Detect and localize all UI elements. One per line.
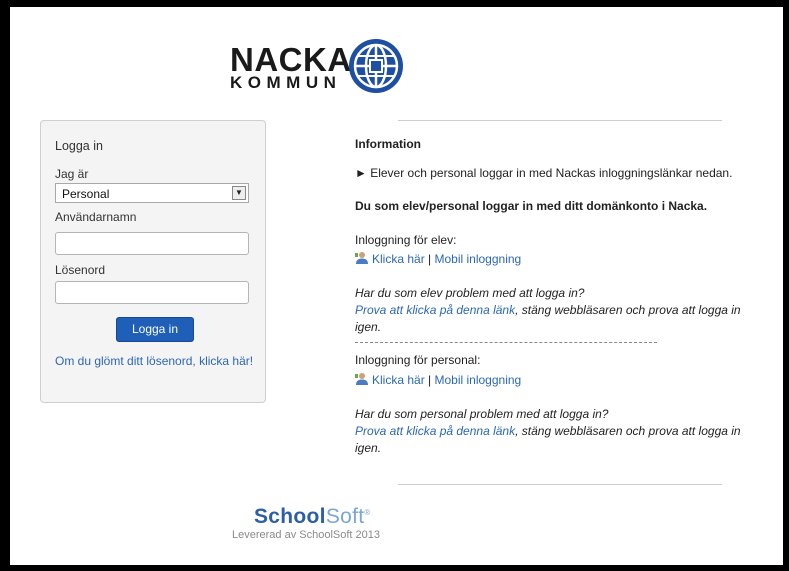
- student-heading: Inloggning för elev:: [355, 233, 457, 247]
- forgot-password-link[interactable]: Om du glömt ditt lösenord, klicka här!: [55, 354, 255, 368]
- username-input[interactable]: [55, 232, 249, 255]
- staff-click-here-link[interactable]: Klicka här: [372, 373, 425, 387]
- login-title: Logga in: [55, 139, 103, 153]
- globe-icon: [349, 39, 403, 93]
- staff-separator: |: [424, 373, 435, 387]
- schoolsoft-logo: SchoolSoft®: [254, 505, 371, 529]
- schoolsoft-logo-bold: School: [254, 505, 326, 528]
- staff-links: Klicka här | Mobil inloggning: [355, 372, 521, 387]
- schoolsoft-logo-light: Soft: [325, 505, 365, 528]
- logo-text-nacka: NACKA: [230, 41, 352, 78]
- role-select-value: Personal: [62, 187, 110, 201]
- student-links: Klicka här | Mobil inloggning: [355, 251, 521, 266]
- student-click-here-link[interactable]: Klicka här: [372, 252, 425, 266]
- registered-mark: ®: [364, 508, 371, 517]
- student-mobile-login-link[interactable]: Mobil inloggning: [434, 252, 521, 266]
- user-icon: [355, 252, 368, 264]
- logo-text-kommun: KOMMUN: [230, 73, 342, 92]
- page-frame: NACKA KOMMUN Logga in Jag är Personal ▼ …: [10, 7, 783, 565]
- username-label: Användarnamn: [55, 210, 137, 224]
- password-label: Lösenord: [55, 263, 106, 277]
- bottom-divider: [398, 484, 722, 485]
- delivered-by-text: Levererad av SchoolSoft 2013: [232, 529, 380, 541]
- role-select[interactable]: Personal ▼: [55, 183, 249, 203]
- user-icon: [355, 373, 368, 385]
- staff-problem-text: Har du som personal problem med att logg…: [355, 407, 609, 421]
- top-divider: [398, 120, 722, 121]
- student-problem-text: Har du som elev problem med att logga in…: [355, 286, 585, 300]
- info-heading: Information: [355, 137, 421, 151]
- student-try-link[interactable]: Prova att klicka på denna länk: [355, 303, 515, 317]
- info-domain-note: Du som elev/personal loggar in med ditt …: [355, 199, 708, 213]
- staff-try-text: Prova att klicka på denna länk, stäng we…: [355, 423, 765, 457]
- student-try-text: Prova att klicka på denna länk, stäng we…: [355, 302, 765, 336]
- password-input[interactable]: [55, 281, 249, 304]
- staff-heading: Inloggning för personal:: [355, 353, 481, 367]
- nacka-kommun-logo: NACKA KOMMUN: [219, 35, 409, 101]
- login-panel: Logga in Jag är Personal ▼ Användarnamn …: [40, 120, 266, 403]
- staff-mobile-login-link[interactable]: Mobil inloggning: [434, 373, 521, 387]
- role-label: Jag är: [55, 167, 89, 181]
- login-button[interactable]: Logga in: [116, 317, 194, 342]
- chevron-down-icon[interactable]: ▼: [232, 186, 246, 200]
- info-bullet: ► Elever och personal loggar in med Nack…: [355, 166, 733, 180]
- dashed-divider: [355, 342, 657, 343]
- student-separator: |: [424, 252, 435, 266]
- staff-try-link[interactable]: Prova att klicka på denna länk: [355, 424, 515, 438]
